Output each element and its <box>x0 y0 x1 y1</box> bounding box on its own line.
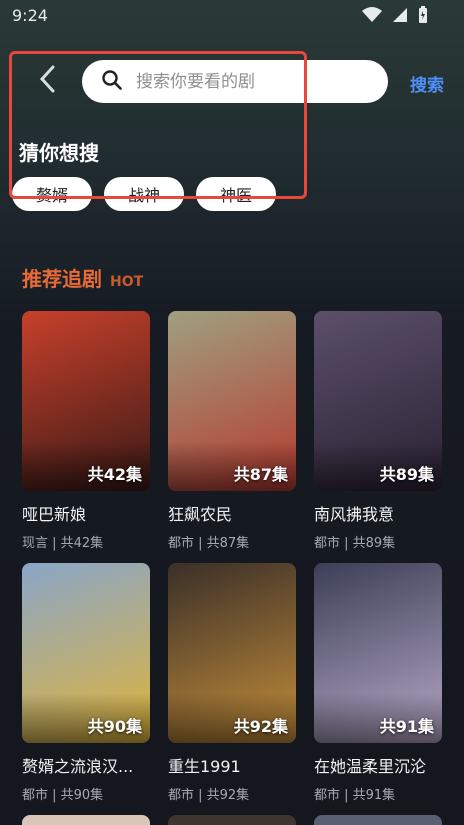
drama-title: 重生1991 <box>168 757 241 776</box>
drama-title: 哑巴新娘 <box>22 505 87 524</box>
suggestions-title: 猜你想搜 <box>19 141 99 165</box>
battery-icon <box>418 6 428 24</box>
drama-title: 南风拂我意 <box>314 505 395 524</box>
suggestion-chip[interactable]: 神医 <box>196 177 277 211</box>
next-row-card[interactable] <box>22 815 150 825</box>
next-row-card[interactable] <box>314 815 442 825</box>
search-box[interactable] <box>82 60 388 103</box>
poster-image: 共92集 <box>168 563 296 743</box>
search-button[interactable]: 搜索 <box>410 71 444 96</box>
chevron-left-icon <box>38 65 56 97</box>
drama-meta: 都市 | 共87集 <box>168 536 250 551</box>
drama-card[interactable]: 共91集 在她温柔里沉沦 都市 | 共91集 <box>314 563 442 803</box>
drama-meta: 都市 | 共90集 <box>22 788 104 803</box>
drama-card[interactable]: 共90集 赘婿之流浪汉... 都市 | 共90集 <box>22 563 150 803</box>
back-button[interactable] <box>30 64 64 98</box>
section-header: 推荐追剧 HOT <box>22 263 143 292</box>
episode-badge: 共90集 <box>87 717 142 736</box>
episode-badge: 共87集 <box>233 465 288 484</box>
section-title: 推荐追剧 <box>22 267 102 291</box>
drama-card[interactable]: 共92集 重生1991 都市 | 共92集 <box>168 563 296 803</box>
poster-image: 共91集 <box>314 563 442 743</box>
search-icon <box>102 69 122 94</box>
drama-title: 在她温柔里沉沦 <box>314 757 427 776</box>
drama-card[interactable]: 共87集 狂飙农民 都市 | 共87集 <box>168 311 296 551</box>
status-bar: 9:24 <box>0 0 464 32</box>
search-input[interactable] <box>136 71 356 92</box>
drama-card[interactable]: 共42集 哑巴新娘 现言 | 共42集 <box>22 311 150 551</box>
suggestion-chip[interactable]: 赘婿 <box>12 177 93 211</box>
drama-title: 赘婿之流浪汉... <box>22 757 134 776</box>
status-time: 9:24 <box>12 6 48 25</box>
poster-image: 共42集 <box>22 311 150 491</box>
episode-badge: 共89集 <box>379 465 434 484</box>
episode-badge: 共92集 <box>233 717 288 736</box>
poster-image: 共89集 <box>314 311 442 491</box>
poster-image: 共90集 <box>22 563 150 743</box>
drama-meta: 都市 | 共89集 <box>314 536 396 551</box>
status-icons <box>362 6 428 24</box>
drama-meta: 现言 | 共42集 <box>22 536 104 551</box>
episode-badge: 共91集 <box>379 717 434 736</box>
poster-image: 共87集 <box>168 311 296 491</box>
drama-title: 狂飙农民 <box>168 505 233 524</box>
signal-icon <box>392 7 408 23</box>
next-row-card[interactable] <box>168 815 296 825</box>
section-subtitle: HOT <box>110 274 144 290</box>
episode-badge: 共42集 <box>87 465 142 484</box>
drama-meta: 都市 | 共92集 <box>168 788 250 803</box>
wifi-icon <box>362 7 382 23</box>
drama-card[interactable]: 共89集 南风拂我意 都市 | 共89集 <box>314 311 442 551</box>
suggestion-chip[interactable]: 战神 <box>104 177 185 211</box>
drama-meta: 都市 | 共91集 <box>314 788 396 803</box>
suggestion-chips: 赘婿 战神 神医 <box>12 177 277 211</box>
